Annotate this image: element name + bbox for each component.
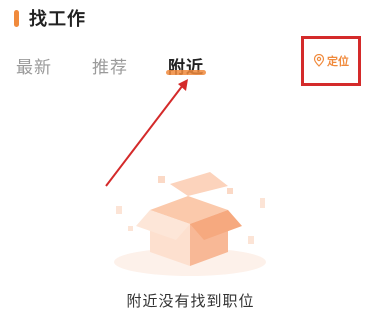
- empty-state-message: 附近没有找到职位: [126, 292, 255, 310]
- red-arrow-annotation: [105, 79, 188, 187]
- open-box-icon: [110, 170, 270, 282]
- find-job-page: 找工作 最新 推荐 附近 定位 附近没有找到职位: [0, 0, 381, 336]
